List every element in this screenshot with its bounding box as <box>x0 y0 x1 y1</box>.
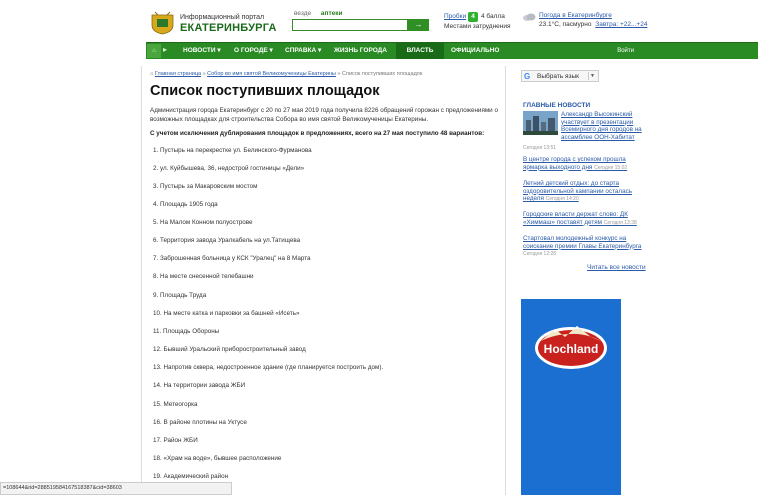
all-news-link[interactable]: Читать все новости <box>587 264 646 271</box>
list-item: 9. Площадь Труда <box>153 292 207 299</box>
search-tabs: везде аптеки <box>294 10 351 17</box>
nav-item-news[interactable]: НОВОСТИ ▾ <box>183 43 221 59</box>
traffic-score: 4 балла <box>481 13 505 20</box>
list-item: 2. ул. Куйбышева, 36, недострой гостиниц… <box>153 165 305 172</box>
news-time-4: Сегодня 13:38 <box>603 219 637 226</box>
ad-brand-text: Hochland <box>544 342 599 356</box>
home-icon[interactable]: ⌂ <box>150 71 153 77</box>
cloud-icon <box>523 13 536 21</box>
list-item: 15. Метеогорка <box>153 401 198 408</box>
search-input[interactable] <box>292 19 408 31</box>
breadcrumb-current: Список поступивших площадок <box>342 71 423 77</box>
list-item: 13. Напротив сквера, недостроенное здани… <box>153 364 384 371</box>
weather-tomorrow-link[interactable]: Завтра: +22...+24 <box>595 21 647 28</box>
logo-caption[interactable]: Информационный портал <box>180 14 264 21</box>
list-item: 12. Бывший Уральский приборостроительный… <box>153 346 306 353</box>
news-time-3: Сегодня 14:20 <box>545 196 579 202</box>
news-link-4[interactable]: Городские власти держат слово: ДК «Химма… <box>523 211 647 227</box>
list-item: 7. Заброшенная больница у КСК "Уралец" н… <box>153 255 311 262</box>
weather-current: 23.1°С, пасмурно <box>539 21 592 28</box>
summary-text: С учетом исключения дублирования площадо… <box>150 130 485 137</box>
city-emblem-icon[interactable] <box>150 11 175 35</box>
login-link[interactable]: Войти <box>617 43 634 59</box>
list-item: 17. Район ЖБИ <box>153 437 198 444</box>
news-link-2[interactable]: В центре города с успехом прошла ярмарка… <box>523 156 633 172</box>
home-icon[interactable]: ⌂ <box>147 44 161 58</box>
translate-label: Выбрать язык <box>537 73 580 80</box>
traffic-status: Местами затруднения <box>444 23 511 30</box>
nav-item-about-city[interactable]: О ГОРОДЕ ▾ <box>234 43 273 59</box>
nav-item-reference[interactable]: СПРАВКА ▾ <box>285 43 321 59</box>
city-photo-icon <box>523 111 558 135</box>
breadcrumb-parent[interactable]: Собор во имя святой Великомученицы Екате… <box>207 71 336 77</box>
breadcrumb-separator: » <box>337 71 341 77</box>
news-thumbnail[interactable] <box>523 111 558 135</box>
logo-title[interactable]: ЕКАТЕРИНБУРГА <box>180 22 277 34</box>
breadcrumb-home[interactable]: Главная страница <box>155 71 201 77</box>
chevron-right-icon[interactable]: ▸ <box>163 45 167 54</box>
news-time-2: Сегодня 15:02 <box>594 164 628 171</box>
news-time-5: Сегодня 12:28 <box>523 251 557 257</box>
page-title: Список поступивших площадок <box>150 83 380 99</box>
breadcrumb-separator: » <box>202 71 206 77</box>
breadcrumb: ⌂ Главная страница » Собор во имя святой… <box>150 71 422 77</box>
main-nav: ⌂ ▸ НОВОСТИ ▾ О ГОРОДЕ ▾ СПРАВКА ▾ ЖИЗНЬ… <box>146 42 758 59</box>
news-time-1: Сегодня 13:51 <box>523 145 557 151</box>
site-header: Информационный портал ЕКАТЕРИНБУРГА везд… <box>0 0 760 42</box>
list-item: 10. На месте катка и парковки за башней … <box>153 310 300 317</box>
browser-status-bar: =108644&rid=288519584167518387&cid=38603 <box>0 482 232 495</box>
article: ⌂ Главная страница » Собор во имя святой… <box>141 66 506 495</box>
nav-item-official[interactable]: ОФИЦИАЛЬНО <box>451 43 499 59</box>
arrow-right-icon: → <box>414 20 423 29</box>
list-item: 16. В районе плотины на Уктусе <box>153 419 247 426</box>
nav-item-city-life[interactable]: ЖИЗНЬ ГОРОДА <box>334 43 387 59</box>
list-item: 19. Академический район <box>153 473 229 480</box>
news-link-5[interactable]: Стартовал молодежный конкурс на соискани… <box>523 235 643 250</box>
news-heading: ГЛАВНЫЕ НОВОСТИ <box>523 102 591 109</box>
intro-text: Администрация города Екатеринбург с 20 п… <box>150 107 498 123</box>
search-tab-pharmacy[interactable]: аптеки <box>321 10 343 17</box>
list-item: 8. На месте снесенной телебашни <box>153 273 254 280</box>
traffic-badge: 4 <box>468 12 478 22</box>
weather-link[interactable]: Погода в Екатеринбурге <box>539 12 612 19</box>
list-item: 5. На Малом Конном полуострове <box>153 219 253 226</box>
news-link-3[interactable]: Летний детский отдых: до старта оздорови… <box>523 180 633 204</box>
list-item: 3. Пустырь за Макаровским мостом <box>153 183 258 190</box>
list-item: 1. Пустырь на перекрестке ул. Белинского… <box>153 147 312 154</box>
ad-banner[interactable]: Hochland <box>521 299 621 495</box>
search-tab-everywhere[interactable]: везде <box>294 10 311 17</box>
news-link-1[interactable]: Александр Высокинский участвует в презен… <box>561 111 647 141</box>
search-button[interactable]: → <box>408 19 429 31</box>
traffic-link[interactable]: Пробки <box>444 13 466 20</box>
list-item: 18. «Храм на воде», бывшее расположение <box>153 455 282 462</box>
google-icon: G <box>524 72 531 81</box>
nav-item-authority[interactable]: ВЛАСТЬ <box>396 43 444 59</box>
list-item: 6. Территория завода Уралкабель на ул.Та… <box>153 237 301 244</box>
chevron-down-icon: ▼ <box>588 72 596 80</box>
list-item: 4. Площадь 1905 года <box>153 201 218 208</box>
list-item: 11. Площадь Обороны <box>153 328 220 335</box>
translate-select[interactable]: G Выбрать язык ▼ <box>521 70 599 82</box>
list-item: 14. На территории завода ЖБИ <box>153 382 246 389</box>
hochland-logo: Hochland <box>535 326 607 369</box>
weather-now: 23.1°С, пасмурно Завтра: +22...+24 <box>539 21 647 28</box>
